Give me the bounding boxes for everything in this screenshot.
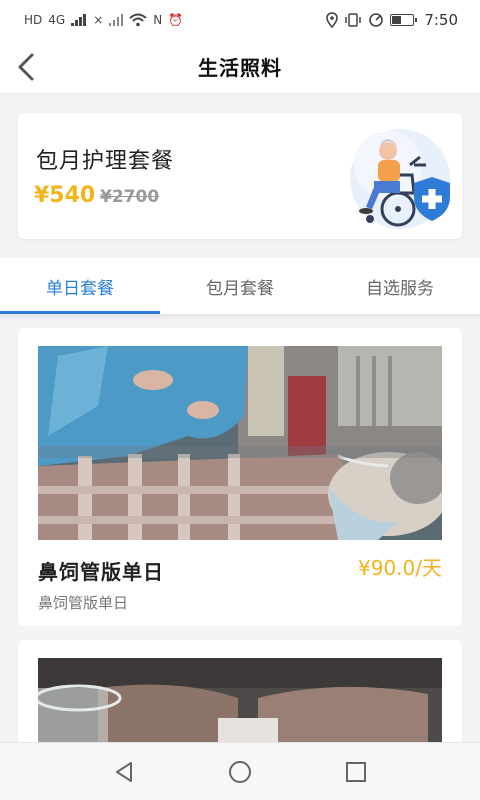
wheelchair-care-illustration bbox=[350, 129, 450, 229]
service-name: 鼻饲管版单日 bbox=[38, 560, 164, 584]
status-bar: HD 4G × N ⏰ 7:50 bbox=[0, 0, 480, 40]
tab-custom[interactable]: 自选服务 bbox=[320, 258, 480, 314]
nav-home-button[interactable] bbox=[220, 752, 260, 792]
back-button[interactable] bbox=[6, 47, 46, 87]
package-price: ¥540 bbox=[34, 183, 96, 208]
no-signal-indicator: × bbox=[93, 13, 104, 27]
tab-daily[interactable]: 单日套餐 bbox=[0, 258, 160, 314]
data-saver-icon bbox=[369, 13, 384, 27]
app-header: 生活照料 bbox=[0, 40, 480, 94]
monthly-package-card[interactable]: 包月护理套餐 ¥540 ¥2700 bbox=[18, 113, 462, 239]
nav-recents-button[interactable] bbox=[336, 752, 376, 792]
status-left: HD 4G × N ⏰ bbox=[24, 13, 183, 27]
location-icon bbox=[326, 12, 339, 28]
nav-back-button[interactable] bbox=[104, 752, 144, 792]
system-nav-bar bbox=[0, 742, 480, 800]
service-card[interactable]: 鼻饲管版单日 ¥90.0/天 鼻饲管版单日 bbox=[18, 328, 462, 626]
chevron-left-icon bbox=[18, 53, 34, 81]
square-recents-icon bbox=[346, 761, 366, 782]
signal-2-icon bbox=[109, 14, 124, 26]
vibrate-icon bbox=[345, 13, 362, 27]
package-tabs: 单日套餐 包月套餐 自选服务 bbox=[0, 258, 480, 314]
package-title: 包月护理套餐 bbox=[36, 149, 175, 174]
status-right: 7:50 bbox=[326, 11, 458, 29]
page-title: 生活照料 bbox=[198, 56, 282, 80]
circle-home-icon bbox=[229, 760, 251, 783]
service-subtitle: 鼻饲管版单日 bbox=[38, 594, 129, 612]
status-time: 7:50 bbox=[424, 11, 458, 29]
triangle-back-icon bbox=[116, 761, 132, 782]
wifi-icon bbox=[129, 13, 147, 27]
package-original-price: ¥2700 bbox=[100, 187, 160, 207]
signal-icon bbox=[71, 14, 87, 26]
alarm-icon: ⏰ bbox=[168, 13, 184, 27]
network-type: 4G bbox=[48, 13, 66, 27]
tab-monthly[interactable]: 包月套餐 bbox=[160, 258, 320, 314]
battery-icon bbox=[390, 14, 418, 26]
service-photo bbox=[38, 346, 442, 540]
nfc-icon: N bbox=[153, 13, 163, 27]
hd-indicator: HD bbox=[24, 13, 43, 27]
service-price: ¥90.0/天 bbox=[358, 556, 442, 580]
